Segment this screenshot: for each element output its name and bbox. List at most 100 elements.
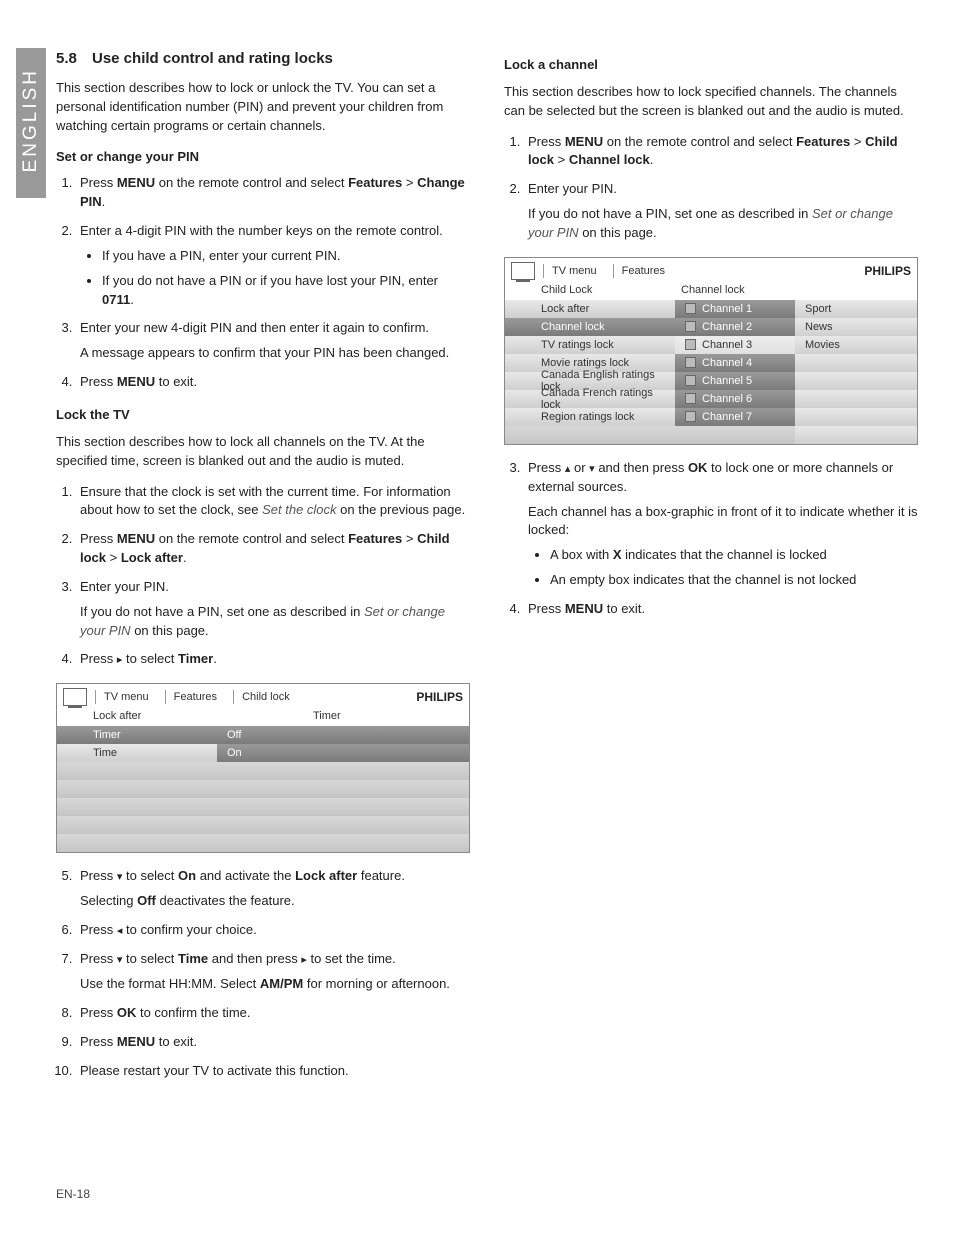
step: Press MENU on the remote control and sel… bbox=[524, 133, 918, 171]
lockchannel-intro: This section describes how to lock speci… bbox=[504, 83, 918, 121]
menu-cell: Sport bbox=[795, 300, 917, 318]
menu-cell: Off bbox=[217, 726, 469, 744]
menu-rows: Lock afterChannel 1SportChannel lockChan… bbox=[505, 300, 917, 444]
menu-row bbox=[505, 426, 917, 444]
step: Enter your PIN. If you do not have a PIN… bbox=[76, 578, 470, 641]
subheading-locktv: Lock the TV bbox=[56, 406, 470, 425]
step: Enter your PIN. If you do not have a PIN… bbox=[524, 180, 918, 243]
step: Ensure that the clock is set with the cu… bbox=[76, 483, 470, 521]
menu-row bbox=[57, 798, 469, 816]
menu-cell bbox=[57, 834, 217, 852]
step: Press ▸ to select Timer. bbox=[76, 650, 470, 669]
menu-cell: Channel 6 bbox=[675, 390, 795, 408]
menu-row: Lock afterChannel 1Sport bbox=[505, 300, 917, 318]
intro: This section describes how to lock or un… bbox=[56, 79, 470, 136]
menu-cell: Channel 4 bbox=[675, 354, 795, 372]
bullet: An empty box indicates that the channel … bbox=[550, 571, 918, 590]
crumb: TV menu bbox=[543, 264, 605, 278]
menu-row: TimerOff bbox=[57, 726, 469, 744]
menu-row: Region ratings lockChannel 7 bbox=[505, 408, 917, 426]
menu-cell bbox=[57, 798, 217, 816]
page: ENGLISH 5.8Use child control and rating … bbox=[0, 0, 954, 1235]
menu-header: Child LockChannel lock bbox=[505, 282, 917, 300]
menu-row: Channel lockChannel 2News bbox=[505, 318, 917, 336]
menu-cell: TV ratings lock bbox=[505, 336, 675, 354]
menu-cell bbox=[505, 426, 675, 444]
menu-cell bbox=[57, 816, 217, 834]
step: Press ▾ to select On and activate the Lo… bbox=[76, 867, 470, 911]
brand-logo: PHILIPS bbox=[864, 264, 911, 278]
menu-cell bbox=[217, 780, 469, 798]
section-heading: 5.8Use child control and rating locks bbox=[56, 50, 470, 67]
step: Please restart your TV to activate this … bbox=[76, 1062, 470, 1081]
step: Enter a 4-digit PIN with the number keys… bbox=[76, 222, 470, 309]
checkbox-icon bbox=[685, 375, 696, 386]
crumb: Features bbox=[613, 264, 673, 278]
menu-row bbox=[57, 816, 469, 834]
menu-cell: Lock after bbox=[505, 300, 675, 318]
step: Press MENU to exit. bbox=[76, 1033, 470, 1052]
step: Press MENU to exit. bbox=[76, 373, 470, 392]
menu-cell: Region ratings lock bbox=[505, 408, 675, 426]
menu-header: Lock afterTimer bbox=[57, 708, 469, 726]
tv-icon bbox=[511, 262, 535, 280]
menu-cell bbox=[675, 426, 795, 444]
step: Press ▴ or ▾ and then press OK to lock o… bbox=[524, 459, 918, 590]
breadcrumb: TV menu Features Child lock PHILIPS bbox=[57, 684, 469, 708]
step: Press MENU on the remote control and sel… bbox=[76, 530, 470, 568]
checkbox-icon bbox=[685, 339, 696, 350]
right-column: Lock a channel This section describes ho… bbox=[504, 50, 918, 1094]
checkbox-icon bbox=[685, 393, 696, 404]
bullet: If you have a PIN, enter your current PI… bbox=[102, 247, 470, 266]
menu-cell: News bbox=[795, 318, 917, 336]
menu-cell bbox=[217, 816, 469, 834]
locktv-steps-cont: Press ▾ to select On and activate the Lo… bbox=[56, 867, 470, 1080]
section-title: Use child control and rating locks bbox=[92, 50, 333, 67]
language-label: ENGLISH bbox=[20, 68, 42, 172]
menu-cell bbox=[795, 408, 917, 426]
menu-diagram-lockafter: TV menu Features Child lock PHILIPS Lock… bbox=[56, 683, 470, 853]
menu-row bbox=[57, 762, 469, 780]
checkbox-icon bbox=[685, 321, 696, 332]
sub-bullets: A box with X indicates that the channel … bbox=[528, 546, 918, 590]
menu-cell: Channel 1 bbox=[675, 300, 795, 318]
menu-diagram-channellock: TV menu Features PHILIPS Child LockChann… bbox=[504, 257, 918, 445]
bullet: If you do not have a PIN or if you have … bbox=[102, 272, 470, 310]
crumb: Features bbox=[165, 690, 225, 704]
menu-cell: Channel 5 bbox=[675, 372, 795, 390]
menu-cell: Channel 7 bbox=[675, 408, 795, 426]
menu-cell: On bbox=[217, 744, 469, 762]
menu-rows: TimerOffTimeOn bbox=[57, 726, 469, 852]
menu-cell bbox=[795, 426, 917, 444]
menu-row bbox=[57, 780, 469, 798]
breadcrumb: TV menu Features PHILIPS bbox=[505, 258, 917, 282]
menu-cell bbox=[217, 834, 469, 852]
step: Press MENU to exit. bbox=[524, 600, 918, 619]
menu-cell bbox=[217, 798, 469, 816]
bullet: A box with X indicates that the channel … bbox=[550, 546, 918, 565]
menu-cell bbox=[795, 372, 917, 390]
menu-cell bbox=[57, 762, 217, 780]
page-number: EN-18 bbox=[56, 1187, 90, 1201]
checkbox-icon bbox=[685, 303, 696, 314]
lockchannel-steps: Press MENU on the remote control and sel… bbox=[504, 133, 918, 243]
menu-cell: Timer bbox=[57, 726, 217, 744]
menu-cell: Channel lock bbox=[505, 318, 675, 336]
menu-row: TV ratings lockChannel 3Movies bbox=[505, 336, 917, 354]
menu-row: Canada French ratings lockChannel 6 bbox=[505, 390, 917, 408]
menu-cell: Channel 2 bbox=[675, 318, 795, 336]
section-number: 5.8 bbox=[56, 50, 92, 67]
columns: 5.8Use child control and rating locks Th… bbox=[56, 50, 918, 1094]
locktv-steps: Ensure that the clock is set with the cu… bbox=[56, 483, 470, 670]
locktv-intro: This section describes how to lock all c… bbox=[56, 433, 470, 471]
menu-row bbox=[57, 834, 469, 852]
step: Enter your new 4-digit PIN and then ente… bbox=[76, 319, 470, 363]
menu-cell: Time bbox=[57, 744, 217, 762]
menu-cell bbox=[217, 762, 469, 780]
checkbox-icon bbox=[685, 411, 696, 422]
checkbox-icon bbox=[685, 357, 696, 368]
menu-cell bbox=[795, 390, 917, 408]
language-tab: ENGLISH bbox=[16, 48, 46, 198]
menu-cell: Canada French ratings lock bbox=[505, 390, 675, 408]
subheading-lockchannel: Lock a channel bbox=[504, 56, 918, 75]
